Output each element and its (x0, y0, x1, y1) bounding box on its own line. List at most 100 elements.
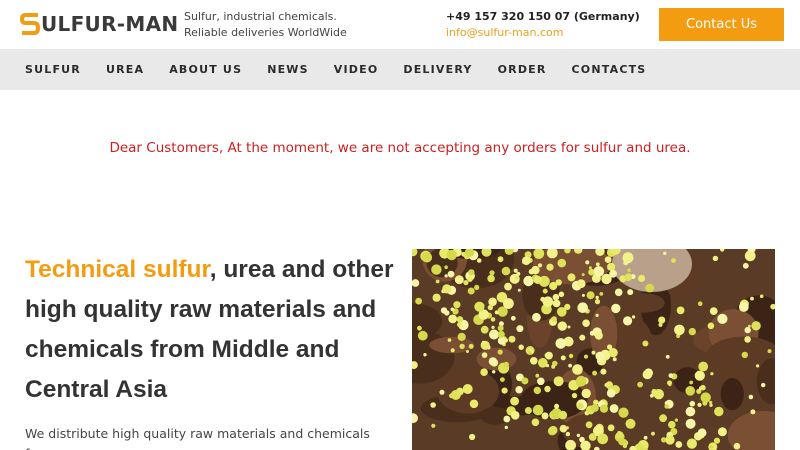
sulfur-granule (700, 392, 711, 403)
sulfur-granule (747, 324, 751, 328)
sulfur-granule (557, 258, 567, 268)
sulfur-granule (533, 386, 541, 395)
sulfur-granule (469, 399, 479, 409)
sulfur-granule (488, 357, 498, 366)
sulfur-granule (459, 343, 465, 350)
sulfur-granule (685, 418, 696, 429)
sulfur-granule (531, 265, 540, 275)
sulfur-granule (457, 322, 462, 328)
sulfur-granule (500, 377, 505, 382)
nav-item-contacts[interactable]: CONTACTS (572, 63, 647, 76)
sulfur-granule (545, 364, 550, 368)
sulfur-granule (642, 369, 653, 380)
sulfur-granule (552, 299, 561, 308)
sulfur-granule (581, 388, 591, 399)
sulfur-granule (576, 279, 586, 289)
sulfur-granule (494, 310, 499, 315)
phone-link[interactable]: +49 157 320 150 07 (Germany) (446, 9, 640, 25)
sulfur-granule (697, 301, 703, 306)
soil-patch (720, 378, 744, 411)
sulfur-granule (576, 402, 584, 410)
sulfur-granule (504, 425, 508, 430)
sulfur-granule (504, 282, 512, 291)
sulfur-granule (720, 249, 725, 252)
sulfur-granule (623, 260, 629, 266)
nav-item-order[interactable]: ORDER (498, 63, 547, 76)
sulfur-granule (567, 273, 576, 282)
sulfur-granule (551, 364, 556, 369)
sulfur-granule (492, 370, 496, 374)
sulfur-granule (642, 340, 649, 347)
nav-item-delivery[interactable]: DELIVERY (403, 63, 472, 76)
sulfur-granule (468, 269, 475, 276)
sulfur-granule (476, 258, 482, 263)
sulfur-granule (700, 384, 706, 391)
nav-item-about-us[interactable]: ABOUT US (169, 63, 242, 76)
sulfur-granule (744, 336, 751, 343)
sulfur-granule (581, 293, 585, 297)
sulfur-granule (601, 273, 612, 285)
sulfur-granule (415, 297, 422, 305)
sulfur-granule (541, 412, 549, 420)
nav-item-news[interactable]: NEWS (267, 63, 309, 76)
sulfur-granule (450, 307, 455, 312)
sulfur-granule (612, 357, 617, 362)
sulfur-granule (665, 354, 670, 359)
sulfur-granule (599, 292, 604, 296)
logo-text: ULFUR-MAN (41, 12, 179, 36)
sulfur-granule (609, 404, 619, 413)
sulfur-granule (412, 279, 420, 287)
sulfur-granule (558, 410, 568, 420)
sulfur-granule (560, 355, 566, 361)
sulfur-granule (637, 381, 643, 388)
contact-us-button[interactable]: Contact Us (659, 8, 784, 41)
sulfur-granule (474, 284, 480, 290)
sulfur-granule (582, 319, 590, 327)
sulfur-granule (432, 293, 441, 302)
sulfur-granule (510, 396, 519, 406)
sulfur-granule (423, 353, 427, 357)
sulfur-granule (665, 435, 675, 445)
tagline-line-2: Reliable deliveries WorldWide (184, 26, 347, 39)
sulfur-granule (537, 263, 543, 268)
sulfur-granule (709, 403, 713, 407)
sulfur-granule (417, 325, 422, 331)
sulfur-granule (544, 385, 551, 393)
sulfur-granule (594, 299, 601, 305)
sulfur-granule (748, 394, 754, 400)
site-logo[interactable]: ULFUR-MAN (20, 10, 178, 38)
sulfur-granule (618, 407, 629, 418)
sulfur-granule (689, 380, 694, 385)
sulfur-granule (489, 270, 495, 276)
sulfur-granule (463, 280, 469, 286)
sulfur-granule (552, 293, 560, 301)
sulfur-granule (594, 331, 603, 340)
sulfur-granule (709, 307, 718, 315)
sulfur-granule (412, 249, 418, 257)
nav-item-urea[interactable]: UREA (106, 63, 144, 76)
sulfur-granule (467, 287, 475, 295)
sulfur-granule (503, 298, 514, 309)
nav-item-video[interactable]: VIDEO (334, 63, 379, 76)
sulfur-granule (624, 273, 633, 281)
sulfur-granule (565, 426, 569, 430)
nav-item-sulfur[interactable]: SULFUR (25, 63, 81, 76)
sulfur-granule (588, 266, 592, 270)
sulfur-granule (517, 288, 521, 292)
sulfur-granule (444, 310, 450, 316)
sulfur-granule (516, 325, 524, 333)
sulfur-granule (447, 270, 455, 278)
sulfur-granule (698, 361, 709, 372)
sulfur-granule (576, 433, 581, 438)
sulfur-granule (717, 427, 727, 437)
sulfur-granule (553, 376, 564, 387)
email-link[interactable]: info@sulfur-man.com (446, 25, 640, 41)
sulfur-granule (712, 255, 719, 262)
sulfur-granule (614, 288, 623, 297)
sulfur-granule (545, 351, 553, 360)
sulfur-granule (481, 352, 488, 358)
sulfur-granule (750, 296, 754, 301)
sulfur-granule (597, 433, 609, 445)
sulfur-granule (668, 373, 674, 378)
sulfur-granule (555, 338, 567, 349)
